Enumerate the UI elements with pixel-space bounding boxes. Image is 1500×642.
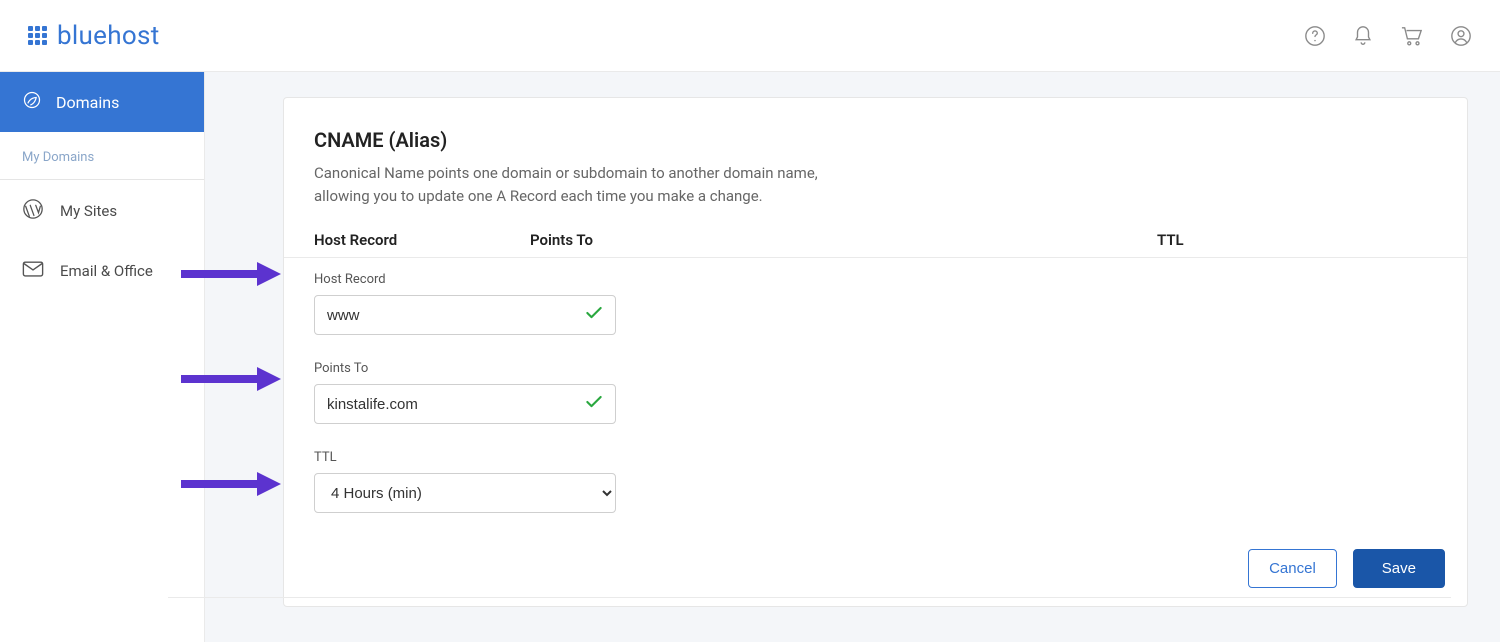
topbar: bluehost xyxy=(0,0,1500,72)
apps-grid-icon xyxy=(28,26,47,45)
sidebar-sub-my-domains[interactable]: My Domains xyxy=(0,132,204,180)
topbar-icons xyxy=(1304,25,1472,47)
card-description: Canonical Name points one domain or subd… xyxy=(314,162,874,207)
annotation-arrow xyxy=(181,367,291,391)
host-record-input[interactable] xyxy=(314,295,616,335)
host-record-label: Host Record xyxy=(314,272,1437,287)
col-host-record: Host Record xyxy=(314,231,530,249)
col-points-to: Points To xyxy=(530,231,1157,249)
sidebar-item-email-office[interactable]: Email & Office xyxy=(0,242,204,300)
sidebar-item-label: My Sites xyxy=(60,202,117,220)
checkmark-icon xyxy=(584,303,604,327)
checkmark-icon xyxy=(584,392,604,416)
ttl-select[interactable]: 4 Hours (min) xyxy=(314,473,616,513)
field-host-record: Host Record xyxy=(284,258,1467,335)
sidebar: Domains My Domains My Sites Email & Offi… xyxy=(0,72,205,642)
points-to-input[interactable] xyxy=(314,384,616,424)
sidebar-item-label: Domains xyxy=(56,93,119,112)
sidebar-item-domains[interactable]: Domains xyxy=(0,72,204,132)
layout: Domains My Domains My Sites Email & Offi… xyxy=(0,72,1500,642)
wordpress-icon xyxy=(22,198,44,224)
brand-word: bluehost xyxy=(57,21,160,51)
ttl-label: TTL xyxy=(314,450,1437,465)
help-icon[interactable] xyxy=(1304,25,1326,47)
cname-card: CNAME (Alias) Canonical Name points one … xyxy=(283,97,1468,607)
col-ttl: TTL xyxy=(1157,231,1437,249)
cancel-button[interactable]: Cancel xyxy=(1248,549,1337,588)
actions: Cancel Save xyxy=(1248,549,1445,588)
main: CNAME (Alias) Canonical Name points one … xyxy=(205,72,1500,642)
card-title: CNAME (Alias) xyxy=(314,128,1437,152)
sidebar-item-label: Email & Office xyxy=(60,262,153,280)
annotation-arrow xyxy=(181,262,291,286)
leaf-icon xyxy=(22,90,42,114)
field-points-to: Points To xyxy=(284,335,1467,424)
sidebar-item-my-sites[interactable]: My Sites xyxy=(0,180,204,242)
brand[interactable]: bluehost xyxy=(28,21,160,51)
cart-icon[interactable] xyxy=(1400,25,1424,47)
mail-icon xyxy=(22,260,44,282)
field-ttl: TTL 4 Hours (min) xyxy=(284,424,1467,513)
user-icon[interactable] xyxy=(1450,25,1472,47)
column-headers: Host Record Points To TTL xyxy=(284,225,1467,258)
points-to-label: Points To xyxy=(314,361,1437,376)
bell-icon[interactable] xyxy=(1352,25,1374,47)
save-button[interactable]: Save xyxy=(1353,549,1445,588)
annotation-arrow xyxy=(181,472,291,496)
